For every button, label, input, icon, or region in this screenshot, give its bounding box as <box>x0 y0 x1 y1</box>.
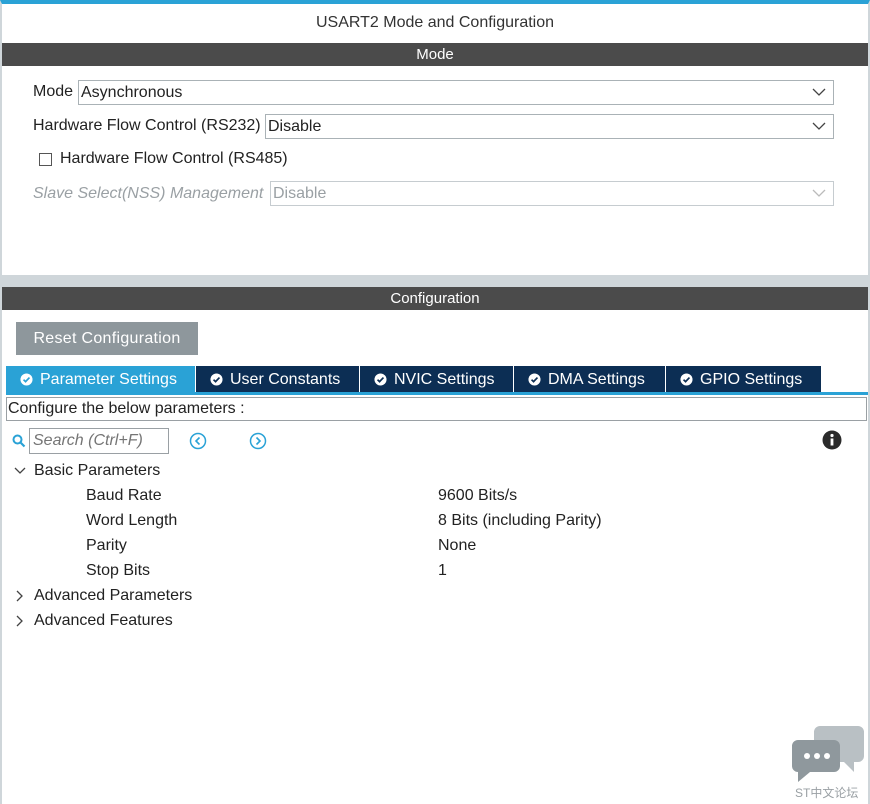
expand-chevron-icon[interactable] <box>14 614 26 628</box>
nss-management-value: Disable <box>273 185 327 202</box>
nss-management-select[interactable]: Disable <box>270 181 834 206</box>
tab-label: Parameter Settings <box>40 371 177 388</box>
nss-management-label: Slave Select(NSS) Management <box>33 185 264 202</box>
config-tabs: Parameter Settings User Constants NVIC S… <box>6 366 822 393</box>
param-name-word-length: Word Length <box>86 512 178 529</box>
param-value-baud-rate[interactable]: 9600 Bits/s <box>438 487 517 505</box>
tree-node-advanced-parameters[interactable]: Advanced Parameters <box>34 587 192 605</box>
mode-select[interactable]: Asynchronous <box>78 80 834 105</box>
param-value-word-length[interactable]: 8 Bits (including Parity) <box>438 512 602 530</box>
chevron-down-icon <box>812 88 826 96</box>
hw-flow-rs232-label: Hardware Flow Control (RS232) <box>33 117 261 134</box>
check-circle-icon <box>528 373 541 386</box>
hw-flow-rs232-value: Disable <box>268 118 322 135</box>
tab-nvic-settings[interactable]: NVIC Settings <box>360 366 514 393</box>
reset-configuration-button[interactable]: Reset Configuration <box>16 322 198 355</box>
arrow-right-circle-icon[interactable] <box>249 432 267 450</box>
section-divider[interactable] <box>2 275 868 287</box>
param-value-parity[interactable]: None <box>438 537 476 555</box>
check-circle-icon <box>374 373 387 386</box>
info-icon[interactable] <box>822 430 842 450</box>
configuration-section-header: Configuration <box>2 287 868 310</box>
tree-node-basic-parameters[interactable]: Basic Parameters <box>34 462 160 480</box>
description-field: Configure the below parameters : <box>6 397 867 421</box>
tab-parameter-settings[interactable]: Parameter Settings <box>6 366 196 393</box>
hw-flow-rs232-select[interactable]: Disable <box>265 114 834 139</box>
check-circle-icon <box>680 373 693 386</box>
tab-label: User Constants <box>230 371 341 388</box>
tab-underline <box>6 392 868 395</box>
tab-gpio-settings[interactable]: GPIO Settings <box>666 366 822 393</box>
search-icon <box>12 434 26 448</box>
panel-title: USART2 Mode and Configuration <box>315 14 555 31</box>
check-circle-icon <box>210 373 223 386</box>
tab-dma-settings[interactable]: DMA Settings <box>514 366 666 393</box>
hw-flow-rs485-checkbox[interactable] <box>39 153 52 166</box>
check-circle-icon <box>20 373 33 386</box>
chevron-down-icon <box>812 122 826 130</box>
tree-node-advanced-features[interactable]: Advanced Features <box>34 612 173 630</box>
mode-section-header: Mode <box>2 43 868 66</box>
watermark-text: ST中文论坛 <box>795 786 859 800</box>
param-value-stop-bits[interactable]: 1 <box>438 562 447 580</box>
mode-select-value: Asynchronous <box>81 84 183 101</box>
tab-label: GPIO Settings <box>700 371 803 388</box>
expand-chevron-icon[interactable] <box>14 589 26 603</box>
usart2-config-panel: USART2 Mode and Configuration Mode Mode … <box>0 0 870 804</box>
collapse-chevron-icon[interactable] <box>13 465 27 477</box>
arrow-left-circle-icon[interactable] <box>189 432 207 450</box>
param-name-baud-rate: Baud Rate <box>86 487 162 504</box>
chat-bubble-icon <box>792 726 864 782</box>
hw-flow-rs485-label: Hardware Flow Control (RS485) <box>60 150 288 167</box>
search-input[interactable] <box>29 428 169 454</box>
param-name-stop-bits: Stop Bits <box>86 562 151 579</box>
chevron-down-icon <box>812 189 826 197</box>
tab-label: NVIC Settings <box>394 371 495 388</box>
mode-label: Mode <box>33 83 74 100</box>
tab-label: DMA Settings <box>548 371 645 388</box>
param-name-parity: Parity <box>86 537 127 554</box>
tab-user-constants[interactable]: User Constants <box>196 366 360 393</box>
